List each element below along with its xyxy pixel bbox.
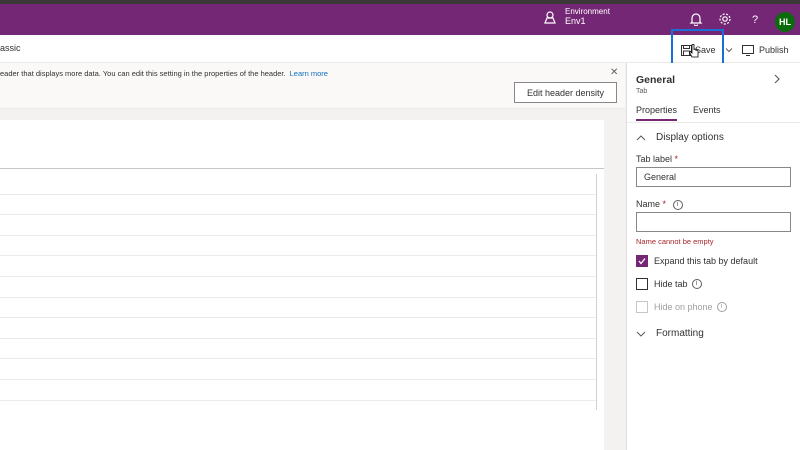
hide-on-phone-checkbox-row: Hide on phone i bbox=[636, 301, 727, 313]
grid-row bbox=[0, 277, 596, 298]
display-options-label: Display options bbox=[656, 132, 724, 143]
checkmark-icon bbox=[638, 258, 646, 265]
gear-icon[interactable] bbox=[718, 12, 732, 26]
form-canvas: eader that displays more data. You can e… bbox=[0, 63, 625, 450]
form-header-divider bbox=[0, 168, 612, 169]
tab-properties[interactable]: Properties bbox=[636, 105, 678, 121]
grid-row bbox=[0, 359, 596, 380]
publish-button[interactable]: Publish bbox=[742, 40, 789, 60]
name-label: Name * i bbox=[636, 199, 683, 210]
form-name-fragment: assic bbox=[0, 43, 21, 53]
hide-tab-checkbox[interactable] bbox=[636, 278, 648, 290]
grid-row bbox=[0, 215, 596, 236]
hide-on-phone-checkbox bbox=[636, 301, 648, 313]
info-icon[interactable]: i bbox=[672, 199, 683, 210]
tab-events[interactable]: Events bbox=[693, 105, 721, 121]
required-mark: * bbox=[662, 199, 667, 209]
required-mark: * bbox=[674, 154, 679, 164]
tab-label-input[interactable]: General bbox=[636, 167, 791, 187]
panel-title: General bbox=[636, 74, 676, 86]
form-grid bbox=[0, 174, 597, 410]
environment-selector[interactable]: Environment Env1 bbox=[543, 8, 610, 26]
tabs-divider bbox=[627, 122, 800, 123]
panel-subtitle: Tab bbox=[636, 88, 648, 95]
canvas-gutter bbox=[604, 120, 612, 450]
chevron-down-icon bbox=[636, 331, 646, 337]
environment-label: Environment bbox=[565, 7, 610, 16]
properties-panel: General Tab Properties Events Display op… bbox=[626, 63, 800, 450]
name-input[interactable] bbox=[636, 212, 791, 232]
command-bar: assic Save Publish bbox=[0, 35, 800, 63]
hide-tab-checkbox-row[interactable]: Hide tab i bbox=[636, 278, 702, 290]
environment-icon bbox=[544, 11, 556, 24]
hide-tab-label: Hide tab bbox=[654, 279, 688, 289]
publish-icon bbox=[742, 44, 754, 56]
info-bar: eader that displays more data. You can e… bbox=[0, 63, 625, 109]
panel-tabs: Properties Events bbox=[636, 105, 737, 121]
hide-on-phone-label: Hide on phone bbox=[654, 302, 713, 312]
grid-row bbox=[0, 174, 596, 195]
display-options-toggle[interactable]: Display options bbox=[636, 132, 724, 143]
user-avatar[interactable]: HL bbox=[775, 12, 795, 32]
grid-row bbox=[0, 339, 596, 360]
expand-tab-checkbox[interactable] bbox=[636, 255, 648, 267]
info-message: eader that displays more data. You can e… bbox=[0, 69, 328, 78]
tab-label-label: Tab label * bbox=[636, 154, 678, 164]
app-header-bar: Environment Env1 ? HL bbox=[0, 4, 800, 35]
chevron-right-icon[interactable] bbox=[772, 73, 782, 85]
bell-icon[interactable] bbox=[689, 12, 703, 26]
form-preview bbox=[0, 120, 612, 450]
info-icon[interactable]: i bbox=[691, 279, 702, 289]
learn-more-link[interactable]: Learn more bbox=[290, 69, 328, 78]
tab-label-text: Tab label bbox=[636, 154, 673, 164]
grid-row bbox=[0, 236, 596, 257]
publish-label: Publish bbox=[759, 45, 789, 55]
edit-header-density-button[interactable]: Edit header density bbox=[514, 82, 617, 103]
grid-row bbox=[0, 380, 596, 401]
formatting-label: Formatting bbox=[656, 328, 704, 339]
grid-row bbox=[0, 298, 596, 319]
chevron-down-icon[interactable] bbox=[724, 45, 734, 55]
name-error-message: Name cannot be empty bbox=[636, 237, 714, 246]
grid-row bbox=[0, 318, 596, 339]
chevron-up-icon bbox=[636, 134, 646, 140]
mouse-cursor-icon bbox=[689, 44, 699, 58]
environment-name: Env1 bbox=[565, 16, 586, 26]
expand-tab-checkbox-row[interactable]: Expand this tab by default bbox=[636, 255, 758, 267]
name-label-text: Name bbox=[636, 199, 661, 209]
formatting-toggle[interactable]: Formatting bbox=[636, 328, 704, 339]
info-message-text: eader that displays more data. You can e… bbox=[0, 69, 286, 78]
close-icon[interactable]: ✕ bbox=[610, 67, 618, 78]
grid-row bbox=[0, 195, 596, 216]
info-icon[interactable]: i bbox=[716, 302, 727, 312]
grid-row bbox=[0, 256, 596, 277]
expand-tab-label: Expand this tab by default bbox=[654, 256, 758, 266]
svg-text:?: ? bbox=[752, 14, 758, 26]
help-icon[interactable]: ? bbox=[748, 12, 762, 26]
